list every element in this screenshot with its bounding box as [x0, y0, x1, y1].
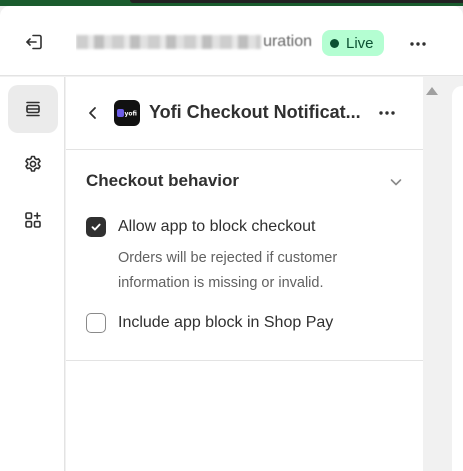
include-shop-pay-label: Include app block in Shop Pay	[118, 314, 334, 331]
header-more-button[interactable]	[406, 32, 430, 56]
allow-block-checkout-checkbox[interactable]	[86, 217, 106, 237]
app-logo: yofi	[114, 100, 140, 126]
chevron-down-icon	[390, 179, 402, 186]
back-button[interactable]	[82, 101, 104, 125]
title-suffix: uration	[263, 33, 312, 50]
app-title: Yofi Checkout Notificat...	[149, 102, 361, 122]
sidebar-rail	[0, 77, 65, 471]
sections-icon	[26, 101, 40, 117]
section-title: Checkout behavior	[86, 171, 240, 190]
top-strip-dark	[130, 0, 463, 3]
status-badge: Live	[322, 30, 384, 56]
allow-block-checkout-option[interactable]: Allow app to block checkout	[86, 217, 315, 237]
exit-button[interactable]	[22, 30, 46, 54]
status-label: Live	[346, 34, 374, 52]
sidebar-item-apps[interactable]	[8, 196, 58, 244]
status-dot	[330, 38, 339, 48]
preview-edge	[452, 86, 463, 471]
allow-block-checkout-help: Orders will be rejected if customer info…	[118, 250, 338, 291]
scroll-track[interactable]	[425, 101, 439, 471]
editor-header: uration Live	[0, 6, 463, 76]
store-title: uration	[76, 32, 312, 52]
app-logo-mark: yofi	[117, 109, 137, 118]
sidebar-item-sections[interactable]	[8, 85, 58, 133]
checkout-behavior-section: Checkout behavior Allow app to block che…	[66, 150, 423, 361]
section-collapse-button[interactable]	[384, 170, 408, 194]
apps-add-icon	[25, 212, 41, 228]
redacted-text	[76, 35, 262, 49]
settings-panel: yofi Yofi Checkout Notificat... Checkout…	[66, 77, 423, 471]
panel-more-button[interactable]	[375, 101, 399, 125]
include-shop-pay-option[interactable]: Include app block in Shop Pay	[86, 313, 333, 333]
exit-icon	[26, 34, 42, 50]
chevron-left-icon	[89, 107, 96, 119]
gear-icon	[25, 155, 41, 172]
more-horizontal-icon	[379, 111, 395, 115]
include-shop-pay-checkbox[interactable]	[86, 313, 106, 333]
scroll-up-arrow-icon[interactable]	[425, 85, 439, 97]
svg-text:yofi: yofi	[125, 111, 137, 118]
more-horizontal-icon	[410, 42, 426, 46]
panel-header: yofi Yofi Checkout Notificat...	[66, 77, 423, 150]
allow-block-checkout-label: Allow app to block checkout	[118, 218, 316, 235]
checkmark-icon	[91, 223, 101, 231]
sidebar-item-settings[interactable]	[8, 140, 58, 188]
